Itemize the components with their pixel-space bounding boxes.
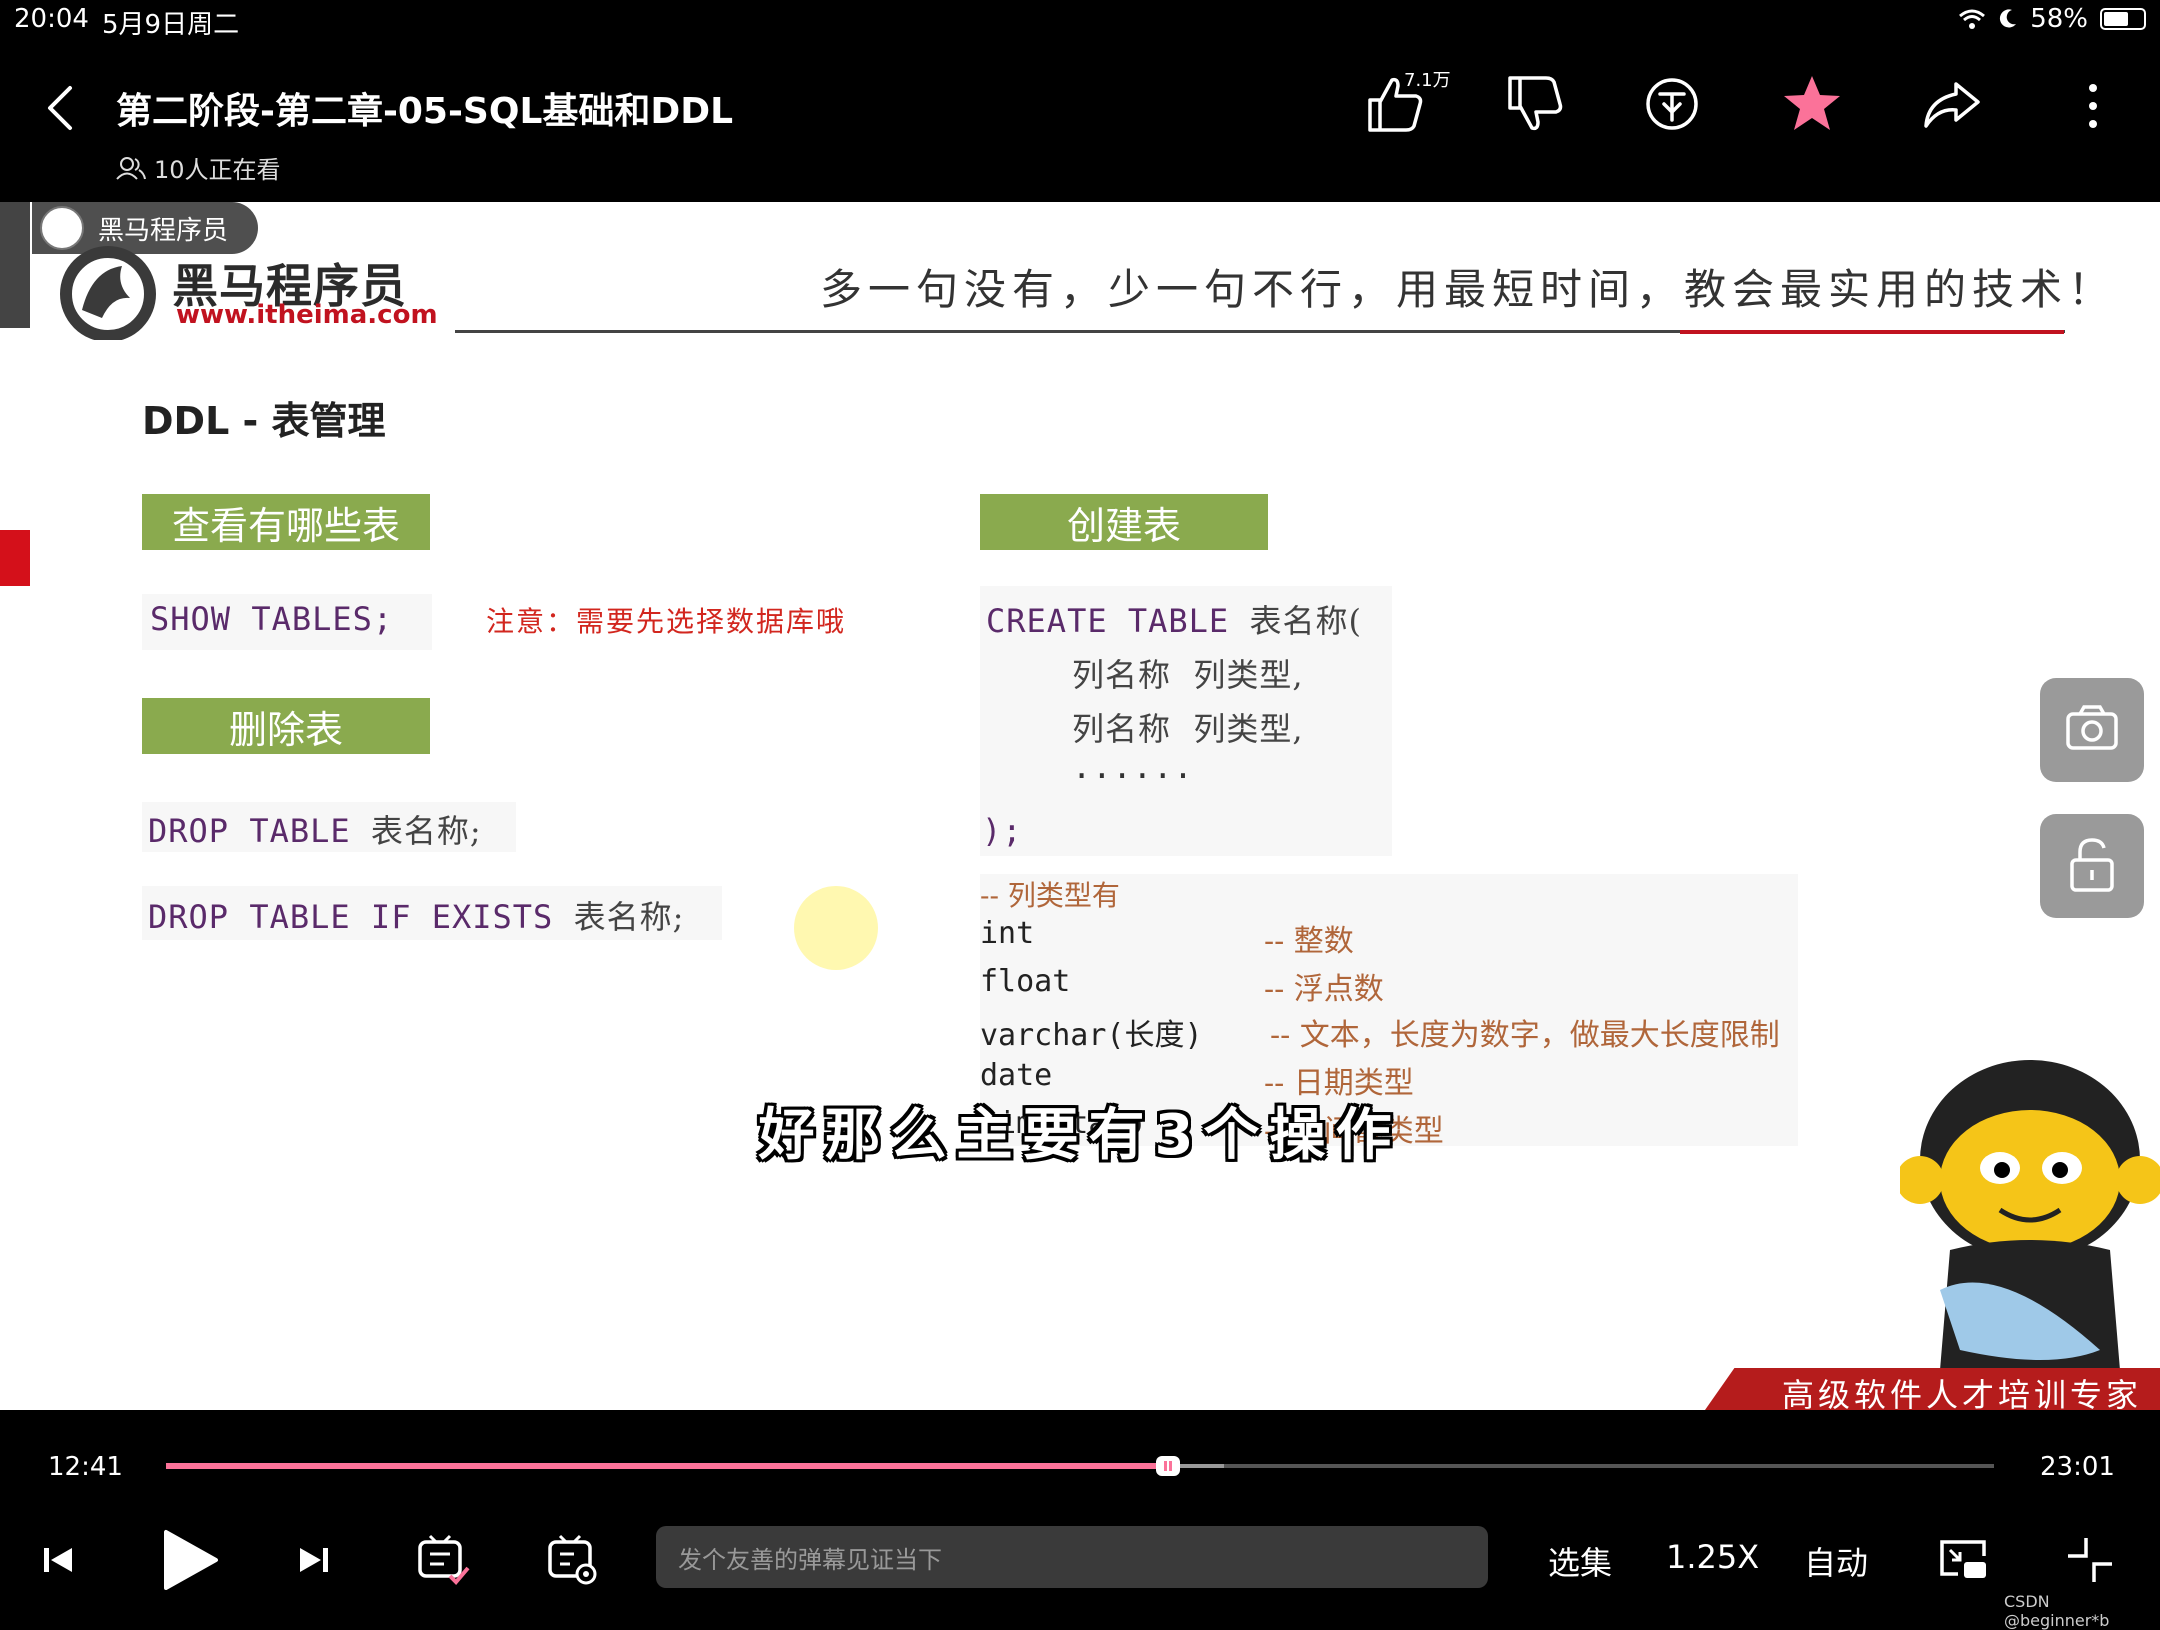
battery-icon	[2100, 8, 2146, 30]
wifi-icon	[1959, 9, 1986, 29]
viewer-count: 10人正在看	[116, 150, 281, 185]
create-line-5: );	[982, 812, 1023, 850]
progress-fill	[166, 1463, 1168, 1469]
total-time: 23:01	[2040, 1452, 2115, 1482]
player-controls	[0, 1410, 2160, 1620]
drop-if-exists-code: DROP TABLE IF EXISTS 表名称;	[142, 886, 722, 940]
favorite-star-icon[interactable]	[1780, 72, 1844, 136]
danmu-placeholder: 发个友善的弹幕见证当下	[678, 1545, 942, 1574]
camera-icon	[2066, 705, 2118, 750]
create-table-code: CREATE TABLE 表名称( 列名称 列类型, 列名称 列类型, ....…	[980, 586, 1392, 856]
dislike-icon[interactable]	[1502, 72, 1566, 136]
status-time: 20:04	[14, 4, 89, 34]
watermark: CSDN @beginner*b	[2004, 1592, 2110, 1630]
progress-thumb-icon[interactable]	[1154, 1452, 1182, 1480]
play-icon[interactable]	[152, 1524, 224, 1596]
create-table-label: 创建表	[980, 494, 1268, 550]
next-icon[interactable]	[286, 1532, 342, 1588]
pip-icon[interactable]	[1936, 1532, 1992, 1588]
danmu-toggle-icon[interactable]	[414, 1532, 470, 1588]
horse-logo-icon	[60, 246, 156, 340]
slogan-underline-accent	[1680, 330, 2064, 334]
quality-button[interactable]: 自动	[1804, 1538, 1868, 1584]
exit-fullscreen-icon[interactable]	[2062, 1532, 2118, 1588]
drop-table-label: 删除表	[142, 698, 430, 754]
unlock-icon	[2070, 838, 2114, 892]
type-comment: -- 文本，长度为数字，做最大长度限制	[1270, 1018, 1780, 1053]
type-name: varchar(长度)	[980, 1018, 1203, 1053]
battery-percent: 58%	[2030, 4, 2088, 34]
type-name: float	[980, 964, 1071, 999]
note-text: 注意：需要先选择数据库哦	[486, 605, 847, 638]
create-line-1: CREATE TABLE 表名称(	[986, 596, 1362, 642]
more-menu-icon[interactable]	[2078, 76, 2108, 136]
create-line-3: 列名称 列类型,	[1072, 710, 1304, 748]
slogan: 多一句没有，少一句不行，用最短时间，教会最实用的技术！	[820, 265, 2117, 314]
drop-keyword: DROP TABLE	[148, 812, 371, 850]
banner-text: 高级软件人才培训专家	[1782, 1376, 2143, 1410]
moon-icon	[2000, 9, 2017, 28]
edge-strip	[0, 202, 30, 328]
share-arrow-icon[interactable]	[1920, 72, 1984, 136]
back-arrow-icon[interactable]	[38, 80, 82, 136]
type-name: date	[980, 1058, 1053, 1093]
logo-url: www.itheima.com	[176, 300, 438, 330]
slide-title: DDL - 表管理	[142, 399, 386, 443]
video-frame[interactable]: 黑马程序员 黑马程序员 www.itheima.com 多一句没有，少一句不行，…	[0, 202, 2160, 1410]
drop-if-table-name: 表名称;	[573, 898, 685, 936]
status-indicators: 58%	[1958, 4, 2146, 34]
show-tables-code: SHOW TABLES;	[142, 594, 432, 650]
create-table-name: 表名称(	[1249, 602, 1362, 640]
type-name: int	[980, 916, 1035, 951]
type-comment: -- 整数	[1264, 924, 1354, 959]
types-header: -- 列类型有	[980, 879, 1120, 912]
edge-red-strip	[0, 530, 30, 586]
drop-if-keyword: DROP TABLE IF EXISTS	[148, 898, 574, 936]
status-date: 5月9日周二	[102, 10, 240, 40]
screenshot-button[interactable]	[2040, 678, 2144, 782]
create-keyword: CREATE TABLE	[986, 602, 1250, 640]
like-count: 7.1万	[1404, 70, 1451, 91]
show-tables-label: 查看有哪些表	[142, 494, 430, 550]
video-title: 第二阶段-第二章-05-SQL基础和DDL	[116, 91, 734, 132]
drop-table-code: DROP TABLE 表名称;	[142, 802, 516, 852]
previous-icon[interactable]	[30, 1532, 86, 1588]
laser-pointer	[794, 886, 878, 970]
type-comment: -- 浮点数	[1264, 972, 1384, 1007]
danmu-settings-icon[interactable]	[544, 1532, 600, 1588]
video-subtitle: 好那么主要有3个操作	[758, 1103, 1402, 1168]
create-line-4: ......	[1072, 748, 1194, 786]
coin-icon[interactable]	[1640, 72, 1704, 136]
screen-lock-button[interactable]	[2040, 814, 2144, 918]
current-time: 12:41	[48, 1452, 123, 1482]
create-line-2: 列名称 列类型,	[1072, 656, 1304, 694]
viewer-count-label: 10人正在看	[154, 156, 281, 184]
drop-table-name: 表名称;	[370, 812, 482, 850]
viewers-icon	[116, 156, 146, 180]
danmu-input[interactable]: 发个友善的弹幕见证当下	[656, 1526, 1488, 1588]
speed-button[interactable]: 1.25X	[1666, 1538, 1759, 1576]
episodes-button[interactable]: 选集	[1548, 1538, 1612, 1584]
